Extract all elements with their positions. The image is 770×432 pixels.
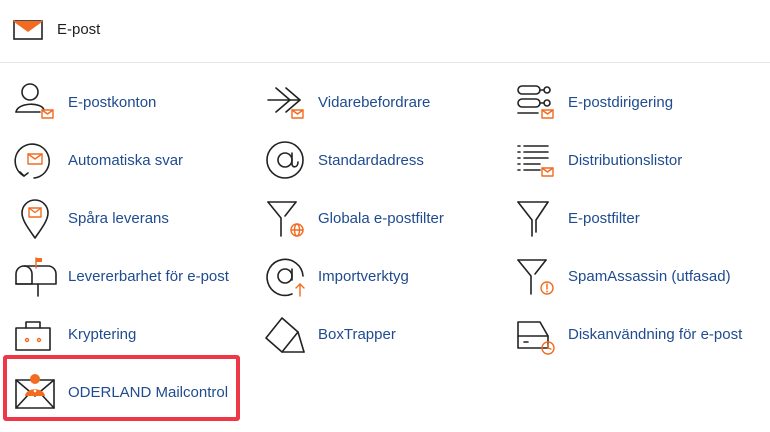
item-label: E-postdirigering: [568, 94, 674, 111]
section-title: E-post: [57, 21, 101, 38]
import-icon: [266, 258, 305, 297]
list-mail-icon: [517, 145, 554, 177]
envelope-icon: [13, 20, 43, 40]
at-sign-icon: [266, 141, 304, 179]
item-label: Importverktyg: [318, 268, 409, 285]
routing-icon: [517, 85, 554, 119]
user-mail-icon: [15, 83, 54, 119]
item-label: Diskanvändning för e-post: [568, 326, 743, 343]
item-label: SpamAssassin (utfasad): [568, 268, 731, 285]
item-label: Standardadress: [318, 152, 424, 169]
item-label: Globala e-postfilter: [318, 210, 444, 227]
location-pin-icon: [21, 199, 49, 239]
disk-usage-icon: [517, 321, 555, 355]
section-header: E-post: [0, 0, 770, 63]
item-label: Automatiska svar: [68, 152, 184, 169]
item-label: BoxTrapper: [318, 326, 396, 343]
forward-mail-icon: [267, 87, 304, 119]
filter-icon: [517, 201, 549, 237]
item-label: Distributionslistor: [568, 152, 683, 169]
box-trapper-icon: [265, 317, 305, 353]
item-label: E-postfilter: [568, 210, 640, 227]
mailcontrol-icon: [15, 374, 55, 409]
global-filter-icon: [267, 201, 304, 237]
spam-filter-icon: [517, 259, 554, 295]
item-label: E-postkonton: [68, 94, 157, 111]
auto-reply-icon: [14, 143, 50, 179]
item-label: Vidarebefordrare: [318, 94, 431, 111]
item-label: Kryptering: [68, 326, 137, 343]
mailbox-icon: [15, 257, 57, 297]
item-label: Levererbarhet för e-post: [68, 268, 229, 285]
item-label: ODERLAND Mailcontrol: [68, 384, 229, 401]
lock-icon: [15, 321, 51, 351]
item-label: Spåra leverans: [68, 210, 169, 227]
